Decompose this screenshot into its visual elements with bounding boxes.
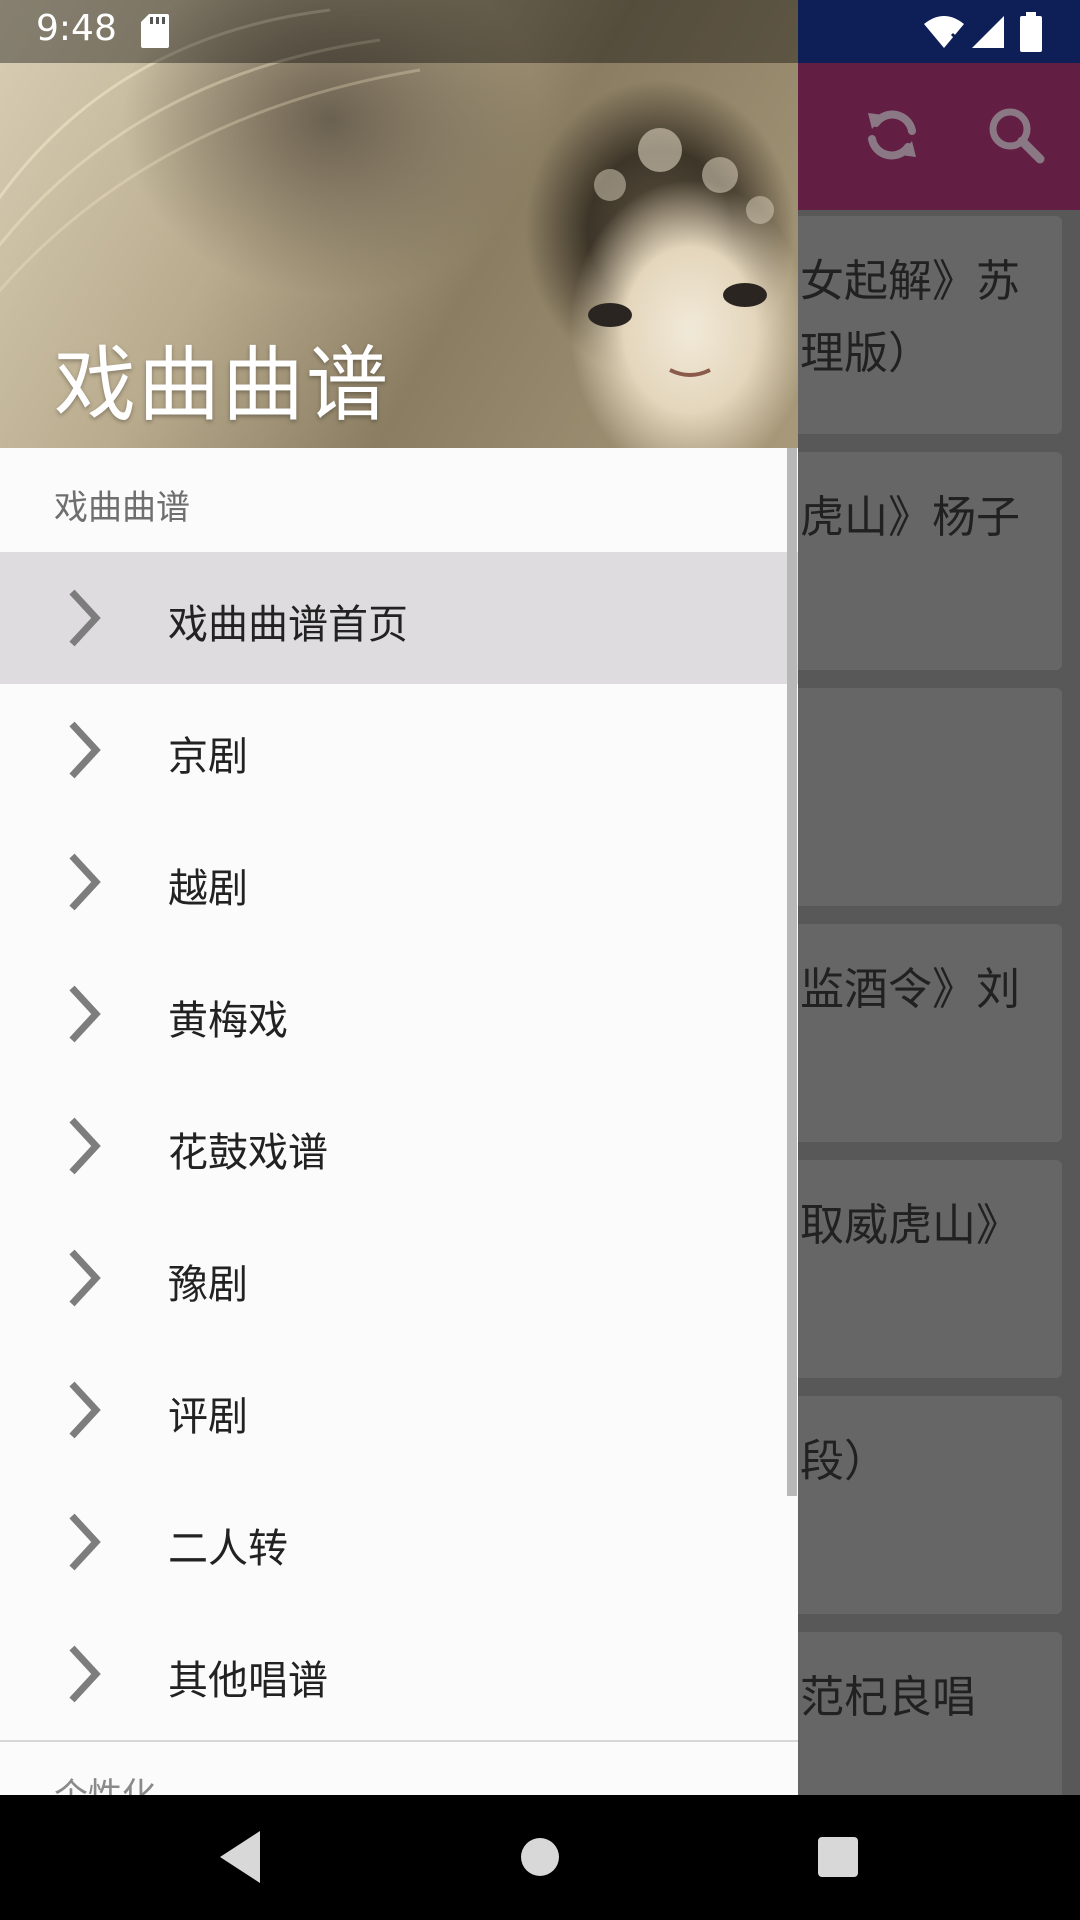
chevron-right-icon (69, 1117, 101, 1175)
recents-icon[interactable] (818, 1825, 858, 1889)
drawer-item-yu-opera[interactable]: 豫剧 (0, 1212, 798, 1344)
system-nav-bar (0, 1795, 1080, 1920)
battery-icon (1020, 12, 1042, 52)
drawer-item-label: 花鼓戏谱 (168, 1130, 328, 1176)
sd-card-icon (141, 14, 169, 48)
chevron-right-icon (69, 853, 101, 911)
drawer-item-errenzhuan[interactable]: 二人转 (0, 1476, 798, 1608)
chevron-right-icon (69, 589, 101, 647)
drawer-item-huangmei-opera[interactable]: 黄梅戏 (0, 948, 798, 1080)
drawer-title: 戏曲曲谱 (54, 338, 391, 433)
drawer-item-peking-opera[interactable]: 京剧 (0, 684, 798, 816)
navigation-drawer: 戏曲曲谱 戏曲曲谱 戏曲曲谱首页 京剧 越剧 黄梅戏 花鼓戏谱 豫剧 评剧 二人… (0, 0, 798, 1795)
wifi-icon (924, 16, 964, 48)
drawer-item-label: 豫剧 (168, 1262, 248, 1308)
drawer-item-huagu-opera[interactable]: 花鼓戏谱 (0, 1080, 798, 1212)
back-icon[interactable] (216, 1825, 262, 1889)
cell-signal-icon (972, 16, 1004, 48)
home-icon[interactable] (520, 1825, 560, 1889)
drawer-item-home[interactable]: 戏曲曲谱首页 (0, 552, 798, 684)
chevron-right-icon (69, 1645, 101, 1703)
drawer-item-label: 黄梅戏 (168, 998, 288, 1044)
section-divider (0, 1740, 798, 1742)
drawer-item-other-scores[interactable]: 其他唱谱 (0, 1608, 798, 1740)
status-time: 9:48 (36, 8, 117, 49)
drawer-item-ping-opera[interactable]: 评剧 (0, 1344, 798, 1476)
chevron-right-icon (69, 1249, 101, 1307)
drawer-item-label: 二人转 (168, 1526, 288, 1572)
drawer-item-label: 京剧 (168, 734, 248, 780)
drawer-item-label: 其他唱谱 (168, 1658, 328, 1704)
status-bar: 9:48 (0, 0, 1080, 63)
chevron-right-icon (69, 1513, 101, 1571)
chevron-right-icon (69, 721, 101, 779)
drawer-item-label: 越剧 (168, 866, 248, 912)
drawer-item-label: 评剧 (168, 1394, 248, 1440)
drawer-scrollbar[interactable] (787, 448, 797, 1496)
chevron-right-icon (69, 985, 101, 1043)
section-label: 戏曲曲谱 (54, 488, 190, 528)
drawer-item-yue-opera[interactable]: 越剧 (0, 816, 798, 948)
drawer-header-image: 戏曲曲谱 (0, 0, 798, 448)
chevron-right-icon (69, 1381, 101, 1439)
section-label-personalize: 个性化 (54, 1768, 156, 1795)
drawer-item-label: 戏曲曲谱首页 (168, 602, 408, 648)
